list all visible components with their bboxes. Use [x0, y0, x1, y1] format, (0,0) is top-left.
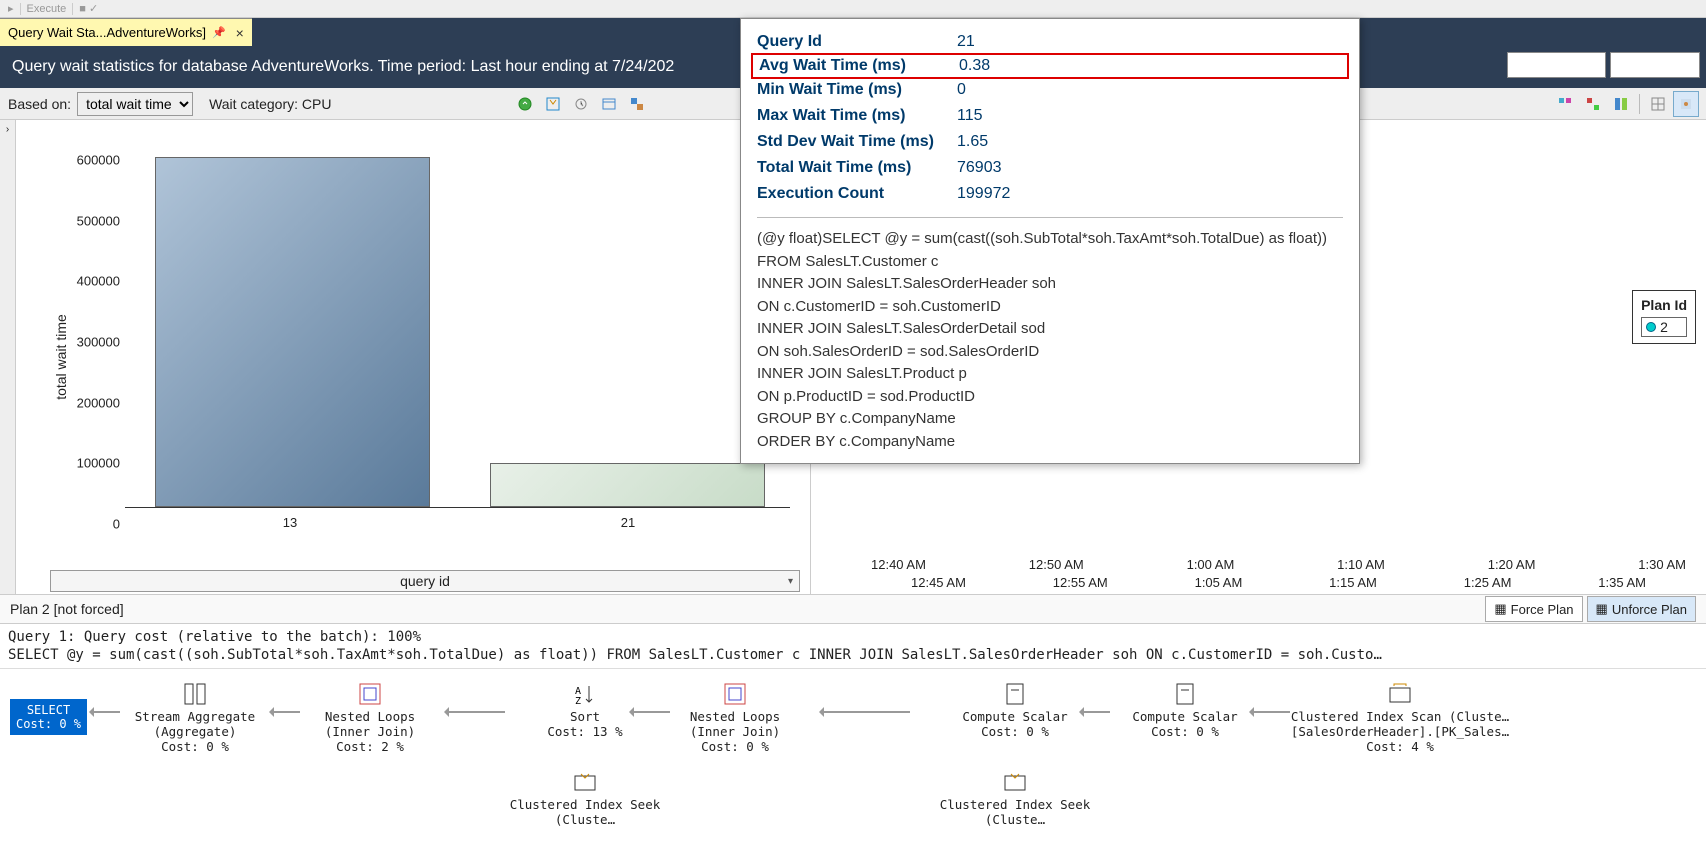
unforce-plan-button[interactable]: ▦Unforce Plan: [1587, 596, 1696, 622]
xtick: 21: [621, 515, 635, 530]
tooltip-row: Std Dev Wait Time (ms)1.65: [757, 129, 1343, 155]
top-toolbar: ▸Execute■ ✓: [0, 0, 1706, 18]
tooltip-sql-line: ON c.CustomerID = soh.CustomerID: [757, 296, 1343, 319]
tooltip-row: Max Wait Time (ms)115: [757, 103, 1343, 129]
tooltip-sql-line: INNER JOIN SalesLT.SalesOrderHeader soh: [757, 273, 1343, 296]
ytick: 400000: [77, 274, 120, 289]
plan-header: Plan 2 [not forced] ▦Force Plan ▦Unforce…: [0, 594, 1706, 624]
query-text: Query 1: Query cost (relative to the bat…: [0, 624, 1706, 669]
ytick: 0: [113, 516, 120, 531]
compute-icon: [1002, 681, 1028, 707]
detail-icon[interactable]: [568, 91, 594, 117]
refresh-icon[interactable]: [512, 91, 538, 117]
tooltip-row: Query Id21: [757, 29, 1343, 55]
pin-icon[interactable]: 📌: [212, 26, 226, 39]
tooltip-sql-line: FROM SalesLT.Customer c: [757, 251, 1343, 274]
svg-text:Z: Z: [575, 696, 581, 706]
exec-icon[interactable]: [624, 91, 650, 117]
plan-node-clustered-seek-2[interactable]: Clustered Index Seek (Cluste…: [920, 769, 1110, 827]
tooltip-sql-line: ON soh.SalesOrderID = sod.SalesOrderID: [757, 341, 1343, 364]
x-axis-dropdown[interactable]: query id: [50, 570, 800, 592]
table-icon[interactable]: [596, 91, 622, 117]
tooltip-sql-line: ORDER BY c.CompanyName: [757, 431, 1343, 454]
based-on-select[interactable]: total wait time: [77, 92, 193, 116]
ytick: 200000: [77, 395, 120, 410]
tooltip-row: Min Wait Time (ms)0: [757, 77, 1343, 103]
ytick: 600000: [77, 153, 120, 168]
wait-category-label: Wait category: CPU: [209, 96, 331, 112]
plan-node-clustered-seek-1[interactable]: Clustered Index Seek (Cluste…: [490, 769, 680, 827]
force-icon: ▦: [1494, 601, 1506, 617]
grid-icon[interactable]: [540, 91, 566, 117]
time-xticks-row2: 12:45 AM12:55 AM1:05 AM1:15 AM1:25 AM1:3…: [911, 575, 1646, 590]
tooltip-row: Execution Count199972: [757, 181, 1343, 207]
index-seek-icon: [1002, 769, 1028, 795]
bar-chart-pane: total wait time 0 100000 200000 300000 4…: [16, 120, 811, 594]
tooltip-sql-line: INNER JOIN SalesLT.SalesOrderDetail sod: [757, 318, 1343, 341]
bar-query-13[interactable]: [155, 157, 430, 507]
view1-icon[interactable]: [1552, 91, 1578, 117]
ytick: 100000: [77, 456, 120, 471]
nested-loops-icon: [357, 681, 383, 707]
ytick: 500000: [77, 213, 120, 228]
tab-title: Query Wait Sta...AdventureWorks]: [8, 25, 206, 40]
time-xticks-row1: 12:40 AM12:50 AM1:00 AM1:10 AM1:20 AM1:3…: [871, 557, 1686, 572]
plan-id-legend: Plan Id 2: [1632, 290, 1696, 344]
tooltip-sql-line: ON p.ProductID = sod.ProductID: [757, 386, 1343, 409]
plan-node-nested-loops-1[interactable]: Nested Loops(Inner Join)Cost: 2 %: [275, 681, 465, 754]
configure-button[interactable]: ⚙Configure: [1610, 52, 1700, 78]
escape-view-button[interactable]: ⤢scape View: [1507, 52, 1606, 78]
tooltip-row: Avg Wait Time (ms)0.38: [751, 53, 1349, 79]
circle-icon: [1646, 322, 1656, 332]
based-on-label: Based on:: [8, 96, 71, 112]
document-tab[interactable]: Query Wait Sta...AdventureWorks] 📌 ×: [0, 18, 252, 46]
x-axis-line: [125, 507, 790, 508]
view3-icon[interactable]: [1608, 91, 1634, 117]
unforce-icon: ▦: [1596, 601, 1608, 617]
plan-title: Plan 2 [not forced]: [10, 601, 124, 617]
header-title: Query wait statistics for database Adven…: [12, 58, 674, 76]
plan-node-nested-loops-2[interactable]: Nested Loops(Inner Join)Cost: 0 %: [640, 681, 830, 754]
sort-icon: AZ: [572, 681, 598, 707]
bar-query-21[interactable]: [490, 463, 765, 507]
view-chart-icon[interactable]: [1673, 91, 1699, 117]
plan-node-stream-aggregate[interactable]: Stream Aggregate(Aggregate)Cost: 0 %: [100, 681, 290, 754]
view-grid-icon[interactable]: [1645, 91, 1671, 117]
index-seek-icon: [572, 769, 598, 795]
force-plan-button[interactable]: ▦Force Plan: [1485, 596, 1582, 622]
query-tooltip: Query Id21Avg Wait Time (ms)0.38Min Wait…: [740, 18, 1360, 464]
gear-icon: ⚙: [1619, 57, 1631, 73]
view2-icon[interactable]: [1580, 91, 1606, 117]
aggregate-icon: [182, 681, 208, 707]
plan-node-select[interactable]: SELECTCost: 0 %: [10, 699, 87, 735]
ytick: 300000: [77, 335, 120, 350]
plan-node-clustered-scan[interactable]: Clustered Index Scan (Cluste…[SalesOrder…: [1280, 681, 1520, 754]
escape-icon: ⤢: [1516, 57, 1526, 73]
tooltip-row: Total Wait Time (ms)76903: [757, 155, 1343, 181]
xtick: 13: [283, 515, 297, 530]
nested-loops-icon: [722, 681, 748, 707]
index-scan-icon: [1387, 681, 1413, 707]
tooltip-sql-line: (@y float)SELECT @y = sum(cast((soh.SubT…: [757, 228, 1343, 251]
plan-id-item[interactable]: 2: [1641, 317, 1687, 337]
compute-icon: [1172, 681, 1198, 707]
tooltip-sql-line: INNER JOIN SalesLT.Product p: [757, 363, 1343, 386]
close-icon[interactable]: ×: [236, 25, 244, 41]
tooltip-sql-line: GROUP BY c.CompanyName: [757, 408, 1343, 431]
execution-plan[interactable]: SELECTCost: 0 % Stream Aggregate(Aggrega…: [0, 669, 1706, 829]
collapse-handle[interactable]: ›: [0, 120, 16, 594]
